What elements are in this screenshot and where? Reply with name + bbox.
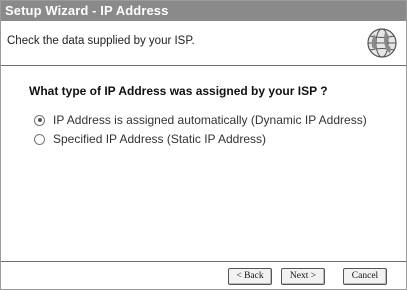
dynamic-ip-label: IP Address is assigned automatically (Dy… bbox=[53, 113, 367, 127]
next-button[interactable]: Next > bbox=[281, 268, 325, 285]
static-ip-label: Specified IP Address (Static IP Address) bbox=[53, 132, 266, 146]
dynamic-ip-option[interactable]: IP Address is assigned automatically (Dy… bbox=[34, 113, 367, 127]
dynamic-ip-radio[interactable] bbox=[34, 114, 45, 126]
setup-wizard-window: Setup Wizard - IP Address Check the data… bbox=[0, 0, 407, 290]
info-header: Check the data supplied by your ISP. bbox=[1, 21, 406, 66]
globe-icon bbox=[367, 28, 397, 58]
cancel-button[interactable]: Cancel bbox=[343, 268, 387, 285]
window-title: Setup Wizard - IP Address bbox=[1, 1, 406, 21]
button-bar: < Back Next > Cancel bbox=[1, 261, 406, 289]
info-text: Check the data supplied by your ISP. bbox=[7, 35, 195, 47]
static-ip-radio[interactable] bbox=[34, 133, 45, 145]
wizard-content: What type of IP Address was assigned by … bbox=[1, 66, 406, 262]
back-button[interactable]: < Back bbox=[228, 268, 272, 285]
static-ip-option[interactable]: Specified IP Address (Static IP Address) bbox=[34, 132, 266, 146]
question-heading: What type of IP Address was assigned by … bbox=[29, 84, 328, 98]
